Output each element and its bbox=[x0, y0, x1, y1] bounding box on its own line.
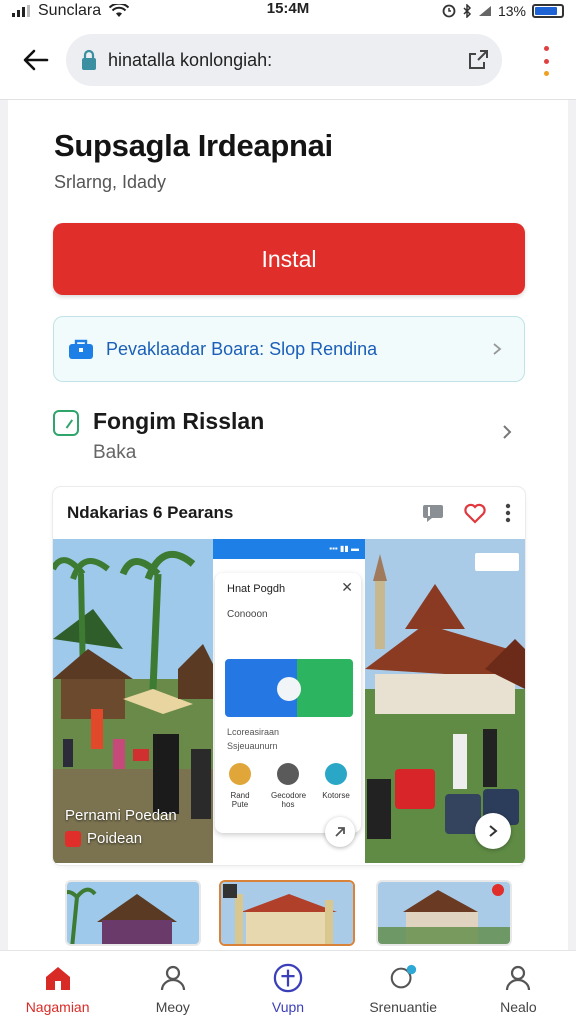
thumbnail-image bbox=[378, 882, 510, 944]
more-vert-icon[interactable] bbox=[505, 503, 511, 523]
close-icon: ✕ bbox=[341, 579, 353, 595]
mini-app-row: Conooon bbox=[227, 609, 268, 620]
mini-app-panel: Hnat Pogdh ✕ Conooon Lcoreasiraan Ssjeua… bbox=[215, 573, 361, 833]
screenshot-3[interactable] bbox=[365, 539, 525, 863]
url-bar[interactable]: hinatalla konlongiah: bbox=[66, 34, 502, 86]
status-bar: Sunclara 15:4M 13% bbox=[0, 0, 576, 22]
caption-title: Pernami Poedan bbox=[65, 807, 177, 824]
nav-item-label: Vupn bbox=[271, 999, 305, 1015]
alarm-icon bbox=[442, 4, 456, 18]
app-detail-card: Supsagla Irdeapnai Srlarng, Idady Instal… bbox=[8, 100, 568, 950]
expand-button bbox=[325, 817, 355, 847]
chat-bubble-icon bbox=[388, 963, 418, 993]
arrow-icon bbox=[335, 827, 345, 837]
person-icon bbox=[503, 963, 533, 993]
mini-app-title: Hnat Pogdh bbox=[227, 583, 286, 595]
mini-status-bar: ▪▪▪ ▮▮ ▬ bbox=[213, 539, 365, 559]
badge-icon bbox=[65, 830, 81, 847]
bottom-navigation: Nagamian Meoy Vupn Srenuantie Nealo bbox=[0, 950, 576, 1024]
signal-strength-icon bbox=[478, 6, 491, 16]
nav-item-label: Srenuantie bbox=[369, 999, 438, 1015]
app-title: Supsagla Irdeapnai bbox=[54, 128, 333, 163]
thumbnail-3[interactable] bbox=[376, 880, 512, 946]
thumbnail-image bbox=[221, 882, 353, 944]
thumbnail-2[interactable] bbox=[219, 880, 355, 946]
gallery-images: Pernami Poedan Poidean ▪▪▪ ▮▮ ▬ Hnat Pog… bbox=[53, 539, 525, 865]
battery-icon bbox=[532, 4, 564, 18]
mini-app-item: Gecodore hos bbox=[271, 763, 307, 809]
next-screenshot-button[interactable] bbox=[475, 813, 511, 849]
publisher-sub: Baka bbox=[93, 442, 137, 463]
nav-item-label: Meoy bbox=[155, 999, 190, 1015]
person-search-icon bbox=[158, 963, 188, 993]
screenshot-gallery: Ndakarias 6 Pearans Pernami Poedan Poide… bbox=[53, 487, 525, 865]
nav-item-label: Nagamian bbox=[25, 999, 90, 1015]
back-arrow-icon bbox=[23, 49, 49, 71]
bag-icon bbox=[69, 339, 93, 359]
mini-app-text: Lcoreasiraan Ssjeuaunurn bbox=[227, 727, 280, 751]
nav-item-label: Nealo bbox=[500, 999, 537, 1015]
screenshot-1[interactable]: Pernami Poedan Poidean bbox=[53, 539, 213, 863]
back-button[interactable] bbox=[20, 44, 52, 76]
mini-app-item: Kotorse bbox=[319, 763, 353, 809]
nav-item-vupn[interactable]: Vupn bbox=[230, 951, 345, 1024]
publisher-name: Fongim Risslan bbox=[93, 408, 265, 434]
info-banner[interactable]: Pevaklaadar Boara: Slop Rendina bbox=[53, 316, 525, 382]
nav-item-meoy[interactable]: Meoy bbox=[115, 951, 230, 1024]
install-button[interactable]: Instal bbox=[53, 223, 525, 295]
mini-app-item: Rand Pute bbox=[223, 763, 257, 809]
share-icon[interactable] bbox=[466, 48, 490, 72]
bluetooth-icon bbox=[463, 4, 472, 18]
comment-icon[interactable] bbox=[421, 502, 445, 524]
thumbnail-strip bbox=[8, 880, 568, 950]
mini-app-item-label: Rand Pute bbox=[230, 791, 250, 809]
heart-icon[interactable] bbox=[463, 502, 487, 524]
mini-app-item-icon bbox=[229, 763, 251, 785]
nav-item-nealo[interactable]: Nealo bbox=[461, 951, 576, 1024]
screenshot-2[interactable]: ▪▪▪ ▮▮ ▬ Hnat Pogdh ✕ Conooon Lcoreasira… bbox=[213, 539, 365, 863]
home-icon bbox=[43, 963, 73, 993]
chevron-right-icon bbox=[489, 825, 498, 837]
publisher-icon bbox=[53, 410, 79, 436]
nav-item-srenuantie[interactable]: Srenuantie bbox=[346, 951, 461, 1024]
thumbnail-image bbox=[67, 882, 199, 944]
compass-icon bbox=[273, 963, 303, 993]
info-banner-text: Pevaklaadar Boara: Slop Rendina bbox=[106, 338, 378, 359]
mini-app-item-label: Kotorse bbox=[322, 791, 350, 800]
chevron-right-icon bbox=[493, 343, 502, 355]
app-subtitle: Srlarng, Idady bbox=[54, 172, 167, 192]
lock-icon bbox=[82, 49, 96, 70]
status-right: 13% bbox=[442, 0, 564, 22]
thumbnail-1[interactable] bbox=[65, 880, 201, 946]
browser-toolbar: hinatalla konlongiah: bbox=[0, 22, 576, 100]
url-text: hinatalla konlongiah: bbox=[108, 49, 273, 70]
chevron-right-icon bbox=[503, 425, 512, 439]
battery-fill bbox=[535, 7, 558, 15]
caption-sub: Poidean bbox=[87, 830, 143, 847]
gallery-title: Ndakarias 6 Pearans bbox=[67, 503, 234, 522]
battery-percent: 13% bbox=[497, 3, 526, 19]
mini-app-items: Rand Pute Gecodore hos Kotorse bbox=[223, 763, 353, 809]
mini-app-item-label: Gecodore hos bbox=[271, 791, 307, 809]
mini-app-item-icon bbox=[277, 763, 299, 785]
screenshot-caption: Pernami Poedan Poidean bbox=[65, 807, 177, 847]
mini-app-item-icon bbox=[325, 763, 347, 785]
more-vert-icon[interactable] bbox=[536, 46, 556, 76]
gallery-actions bbox=[421, 499, 511, 527]
publisher-row[interactable]: Fongim Risslan Baka bbox=[53, 400, 525, 472]
nav-item-nagamian[interactable]: Nagamian bbox=[0, 951, 115, 1024]
mini-app-graph bbox=[225, 659, 353, 717]
